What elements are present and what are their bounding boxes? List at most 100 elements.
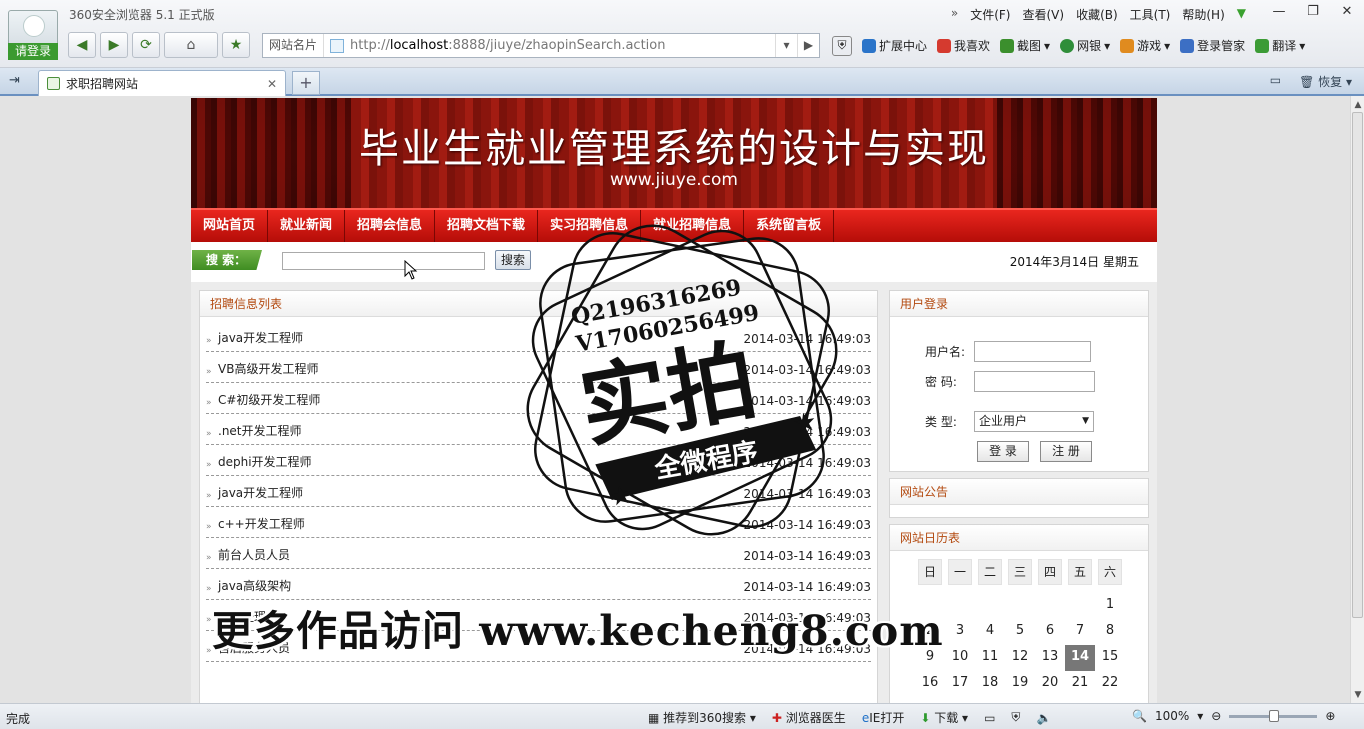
nav-jobs[interactable]: 就业招聘信息 [641, 210, 745, 242]
nav-home[interactable]: 网站首页 [191, 210, 269, 242]
calendar-today[interactable]: 14 [1065, 645, 1095, 671]
calendar-day[interactable]: 12 [1005, 645, 1035, 671]
go-icon[interactable]: ▶ [797, 34, 819, 57]
login-button[interactable]: 登 录 [977, 441, 1029, 462]
favorite-star-button[interactable]: ★ [222, 32, 250, 58]
scroll-down-icon[interactable]: ▼ [1351, 690, 1364, 700]
shield-status-icon[interactable]: ⛨ [1011, 710, 1020, 725]
zoom-slider[interactable] [1229, 709, 1318, 722]
calendar-day[interactable]: 8 [1095, 619, 1125, 645]
forward-button[interactable]: ▶ [100, 32, 128, 58]
calendar-day[interactable]: 3 [945, 619, 975, 645]
tab-list-icon[interactable]: ▭ [1270, 73, 1281, 90]
tab-active[interactable]: 求职招聘网站 ✕ [38, 70, 286, 96]
status-label: IE打开 [869, 711, 905, 725]
window-icon[interactable]: ▭ [984, 711, 995, 725]
calendar-day[interactable]: 7 [1065, 619, 1095, 645]
status-doctor[interactable]: ✚ 浏览器医生 [772, 709, 846, 726]
zoom-in-icon[interactable]: ⊕ [1325, 709, 1335, 723]
back-button[interactable]: ◀ [68, 32, 96, 58]
calendar-day[interactable]: 13 [1035, 645, 1065, 671]
toolbar-screenshot[interactable]: 截图 ▾ [1000, 37, 1050, 54]
menu-favorites[interactable]: 收藏(B) [1076, 6, 1118, 23]
toolbar-translate[interactable]: 翻译 ▾ [1255, 37, 1305, 54]
calendar-day[interactable]: 16 [915, 671, 945, 697]
site-card-button[interactable]: 网站名片 [263, 34, 325, 57]
toolbar-bank[interactable]: 网银 ▾ [1060, 37, 1110, 54]
volume-icon[interactable]: 🔈 [1036, 711, 1051, 725]
nav-guestbook[interactable]: 系统留言板 [744, 210, 835, 242]
calendar-day[interactable]: 11 [975, 645, 1005, 671]
job-title-link[interactable]: java高级架构 [218, 577, 291, 594]
login-badge[interactable]: 请登录 [8, 43, 58, 60]
status-download[interactable]: ⬇ 下载 ▾ [920, 709, 968, 726]
calendar-day[interactable]: 19 [1005, 671, 1035, 697]
nav-buttons: ◀ ▶ ⟳ ⌂ ★ [68, 32, 250, 58]
skin-icon[interactable]: ▼ [1237, 6, 1246, 23]
restore-button[interactable]: 🗑 恢复 ▾ [1299, 73, 1352, 90]
menu-file[interactable]: 文件(F) [970, 6, 1010, 23]
calendar-day[interactable]: 6 [1035, 619, 1065, 645]
nav-job-fair[interactable]: 招聘会信息 [345, 210, 436, 242]
calendar-day[interactable]: 4 [975, 619, 1005, 645]
calendar-day[interactable]: 18 [975, 671, 1005, 697]
job-title-link[interactable]: java开发工程师 [218, 329, 303, 346]
toolbar-login-manager[interactable]: 登录管家 [1180, 37, 1245, 54]
toolbar-games[interactable]: 游戏 ▾ [1120, 37, 1170, 54]
username-field[interactable] [974, 341, 1091, 362]
job-title-link[interactable]: 前台人员人员 [218, 546, 290, 563]
toolbar-like[interactable]: 我喜欢 [937, 37, 990, 54]
maximize-button[interactable]: ❐ [1296, 0, 1330, 26]
scroll-up-icon[interactable]: ▲ [1351, 100, 1364, 110]
sidebar-toggle-icon[interactable]: ⇥ [9, 73, 20, 88]
vertical-scrollbar[interactable]: ▲ ▼ [1350, 96, 1364, 703]
address-dropdown-icon[interactable]: ▾ [775, 34, 797, 57]
password-field[interactable] [974, 371, 1095, 392]
calendar-day[interactable]: 20 [1035, 671, 1065, 697]
menu-help[interactable]: 帮助(H) [1182, 6, 1224, 23]
menu-view[interactable]: 查看(V) [1022, 6, 1064, 23]
address-bar[interactable]: 网站名片 http://localhost:8888/jiuye/zhaopin… [262, 33, 820, 58]
tab-close-icon[interactable]: ✕ [267, 77, 277, 91]
search-input[interactable] [282, 252, 485, 270]
zoom-thumb[interactable] [1269, 709, 1280, 722]
job-title-link[interactable]: dephi开发工程师 [218, 453, 312, 470]
calendar-day[interactable]: 15 [1095, 645, 1125, 671]
url-text[interactable]: http://localhost:8888/jiuye/zhaopinSearc… [350, 38, 665, 53]
zoom-icon[interactable]: 🔍 [1132, 709, 1147, 723]
minimize-button[interactable]: — [1262, 0, 1296, 26]
menu-tools[interactable]: 工具(T) [1130, 6, 1171, 23]
toolbar-extension[interactable]: 扩展中心 [862, 37, 927, 54]
nav-internship[interactable]: 实习招聘信息 [538, 210, 642, 242]
user-type-select[interactable]: 企业用户 ▼ [974, 411, 1094, 432]
shield-icon[interactable]: ⛨ [832, 35, 852, 56]
nav-docs[interactable]: 招聘文档下载 [435, 210, 539, 242]
job-title-link[interactable]: C#初级开发工程师 [218, 391, 320, 408]
close-window-button[interactable]: ✕ [1330, 0, 1364, 26]
search-button[interactable]: 搜索 [495, 250, 531, 270]
register-button[interactable]: 注 册 [1040, 441, 1092, 462]
calendar-day[interactable]: 1 [1095, 593, 1125, 619]
zoom-level[interactable]: 100% [1155, 709, 1189, 723]
bullet-icon: » [206, 367, 212, 377]
menu-expand-icon[interactable]: » [951, 6, 958, 23]
calendar-day[interactable]: 17 [945, 671, 975, 697]
status-ie-open[interactable]: eIE打开 [862, 709, 905, 726]
password-label: 密 码: [925, 375, 957, 389]
home-button[interactable]: ⌂ [164, 32, 218, 58]
zoom-out-icon[interactable]: ⊖ [1211, 709, 1221, 723]
calendar-day[interactable]: 22 [1095, 671, 1125, 697]
job-title-link[interactable]: c++开发工程师 [218, 515, 305, 532]
new-tab-button[interactable]: + [292, 71, 320, 95]
calendar-day[interactable]: 10 [945, 645, 975, 671]
scroll-thumb[interactable] [1352, 112, 1363, 618]
nav-news[interactable]: 就业新闻 [268, 210, 346, 242]
zoom-dropdown-icon[interactable]: ▾ [1197, 709, 1203, 723]
calendar-day[interactable]: 5 [1005, 619, 1035, 645]
calendar-day[interactable]: 21 [1065, 671, 1095, 697]
job-title-link[interactable]: .net开发工程师 [218, 422, 302, 439]
status-search-recommend[interactable]: ▦ 推荐到360搜索 ▾ [648, 709, 756, 726]
job-title-link[interactable]: VB高级开发工程师 [218, 360, 318, 377]
job-title-link[interactable]: java开发工程师 [218, 484, 303, 501]
refresh-button[interactable]: ⟳ [132, 32, 160, 58]
